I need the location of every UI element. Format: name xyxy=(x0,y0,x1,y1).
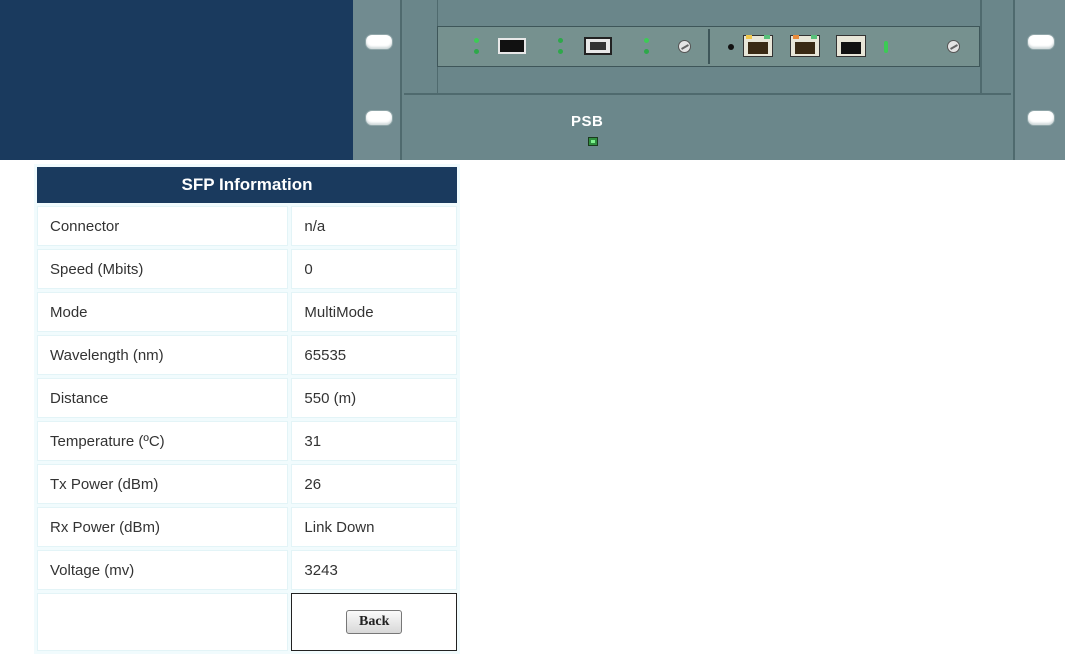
sfp-port-1[interactable] xyxy=(498,38,526,54)
row-label: Wavelength (nm) xyxy=(37,335,289,375)
table-row: Connector n/a xyxy=(37,206,457,246)
rack-ear-left xyxy=(353,0,402,160)
rack-ear-right xyxy=(1013,0,1065,160)
table-row: Wavelength (nm) 65535 xyxy=(37,335,457,375)
row-label: Tx Power (dBm) xyxy=(37,464,289,504)
table-row: Distance 550 (m) xyxy=(37,378,457,418)
row-label: Connector xyxy=(37,206,289,246)
mount-hole-icon xyxy=(365,34,393,50)
table-row: Mode MultiMode xyxy=(37,292,457,332)
row-label: Temperature (ºC) xyxy=(37,421,289,461)
back-button[interactable]: Back xyxy=(346,610,403,634)
slot-label: PSB xyxy=(571,113,604,130)
row-label: Speed (Mbits) xyxy=(37,249,289,289)
row-value: 26 xyxy=(291,464,457,504)
row-label: Mode xyxy=(37,292,289,332)
screw-icon xyxy=(947,40,960,53)
empty-cell xyxy=(37,593,289,651)
table-row-actions: Back xyxy=(37,593,457,651)
row-label: Rx Power (dBm) xyxy=(37,507,289,547)
panel-divider xyxy=(708,29,710,64)
device-banner: PSB xyxy=(0,0,1065,160)
row-value: 550 (m) xyxy=(291,378,457,418)
status-led-icon xyxy=(474,49,479,54)
rj45-port-3[interactable] xyxy=(836,35,866,57)
table-row: Rx Power (dBm) Link Down xyxy=(37,507,457,547)
table-row: Temperature (ºC) 31 xyxy=(37,421,457,461)
status-led-icon xyxy=(644,38,649,43)
status-led-icon xyxy=(474,38,479,43)
row-value: 65535 xyxy=(291,335,457,375)
row-value: 31 xyxy=(291,421,457,461)
screw-icon xyxy=(678,40,691,53)
sfp-port-2[interactable] xyxy=(584,37,612,55)
psb-status-led-icon xyxy=(588,137,598,146)
indicator-dot-icon xyxy=(728,44,734,50)
table-title: SFP Information xyxy=(37,167,457,203)
action-cell: Back xyxy=(291,593,457,651)
sfp-info-table: SFP Information Connector n/a Speed (Mbi… xyxy=(34,164,460,654)
rj45-port-1[interactable] xyxy=(743,35,773,57)
row-value: MultiMode xyxy=(291,292,457,332)
table-row: Speed (Mbits) 0 xyxy=(37,249,457,289)
status-led-icon xyxy=(558,49,563,54)
table-row: Tx Power (dBm) 26 xyxy=(37,464,457,504)
mount-hole-icon xyxy=(365,110,393,126)
row-label: Distance xyxy=(37,378,289,418)
table-row: Voltage (mv) 3243 xyxy=(37,550,457,590)
mount-hole-icon xyxy=(1027,110,1055,126)
status-led-icon xyxy=(558,38,563,43)
row-value: 3243 xyxy=(291,550,457,590)
row-value: Link Down xyxy=(291,507,457,547)
rj45-port-2[interactable] xyxy=(790,35,820,57)
mount-hole-icon xyxy=(1027,34,1055,50)
slot-rail-right xyxy=(980,0,982,95)
status-led-icon xyxy=(644,49,649,54)
row-label: Voltage (mv) xyxy=(37,550,289,590)
banner-logo-area xyxy=(0,0,353,160)
row-value: n/a xyxy=(291,206,457,246)
link-arrow-icon xyxy=(884,41,888,53)
row-value: 0 xyxy=(291,249,457,289)
port-panel xyxy=(437,26,980,67)
